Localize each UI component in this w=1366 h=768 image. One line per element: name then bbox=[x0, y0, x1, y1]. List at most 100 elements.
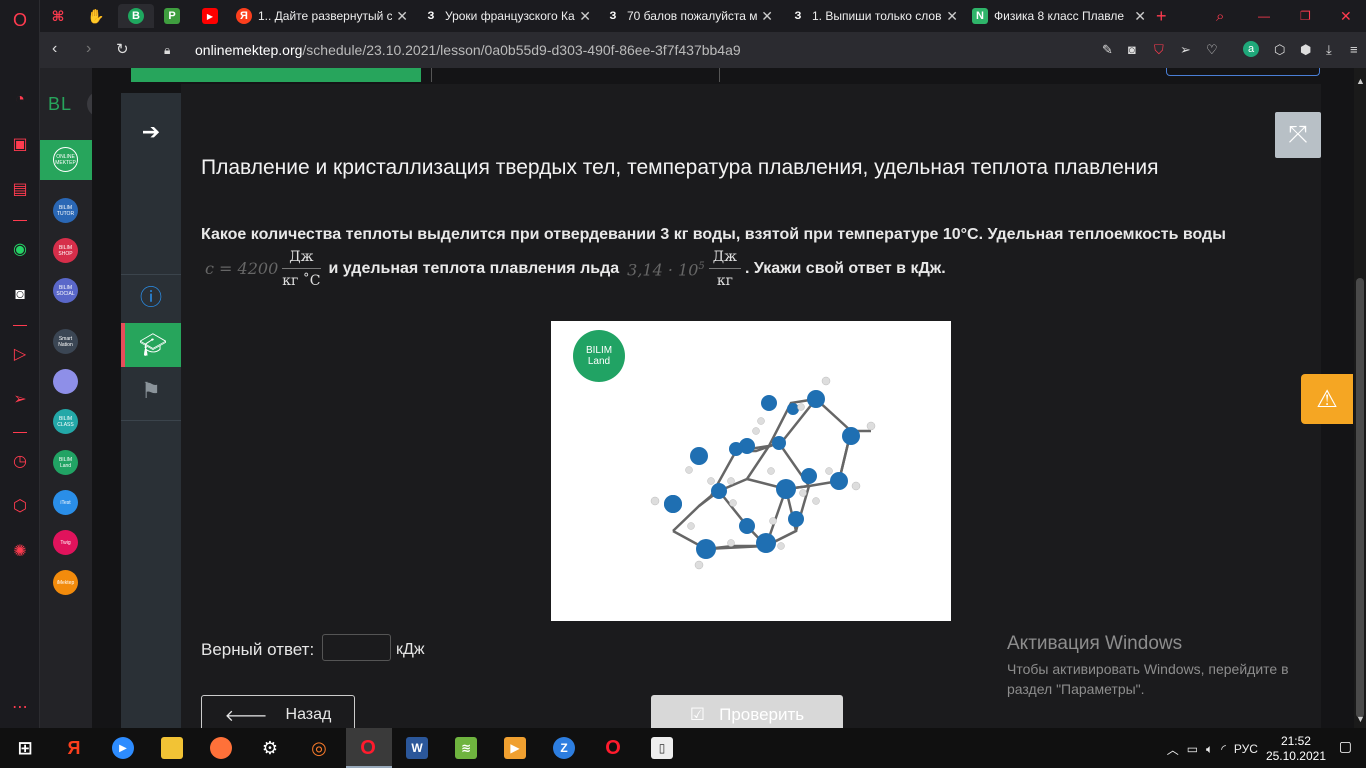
language-indicator[interactable]: РУС bbox=[1234, 742, 1258, 756]
naurok-icon: N bbox=[972, 8, 988, 24]
app-imektep[interactable]: iMektep bbox=[53, 570, 78, 595]
zoom-icon[interactable]: ▶ bbox=[112, 737, 134, 759]
close-icon[interactable]: ✕ bbox=[761, 8, 773, 25]
tab-title: Физика 8 класс Плавле bbox=[994, 9, 1125, 23]
discord-icon[interactable]: ◙ bbox=[10, 285, 30, 305]
tab-6[interactable]: З Уроки французского Ка ✕ bbox=[423, 4, 591, 28]
url-field[interactable]: onlinemektep.org/schedule/23.10.2021/les… bbox=[195, 42, 741, 58]
restore-icon[interactable]: ❐ bbox=[1300, 4, 1316, 28]
forward-nav-icon[interactable]: › bbox=[86, 40, 91, 58]
url-host: onlinemektep.org bbox=[195, 42, 303, 58]
app-bilim-class[interactable]: BILIM CLASS bbox=[53, 409, 78, 434]
scrollbar-thumb[interactable] bbox=[1356, 278, 1364, 718]
hand-icon: ✋ bbox=[88, 7, 105, 24]
app-smart-nation[interactable]: Smart Nation bbox=[53, 329, 78, 354]
flag-icon[interactable]: ⚑ bbox=[121, 369, 181, 413]
tab-7[interactable]: З 70 балов пожалуйста м ✕ bbox=[605, 4, 773, 28]
document-icon[interactable]: ▯ bbox=[651, 737, 673, 759]
tab-3[interactable]: P bbox=[164, 4, 184, 28]
checkbox-icon: ☑ bbox=[689, 705, 706, 724]
tab-5[interactable]: Я 1.. Дайте развернутый с ✕ bbox=[236, 4, 408, 28]
edit-icon[interactable]: ✎ bbox=[1102, 42, 1113, 58]
app-online-mektep[interactable]: ONLINE MEKTEP bbox=[53, 147, 78, 172]
window-close-icon[interactable]: ✕ bbox=[1340, 4, 1356, 28]
extension-a-icon[interactable]: a bbox=[1243, 41, 1259, 57]
info-icon[interactable]: ⓘ bbox=[121, 274, 181, 318]
bilim-apps-sidebar: BL › ONLINE MEKTEP BILIM TUTOR BILIM SHO… bbox=[40, 68, 113, 728]
tab-4[interactable]: ▶ bbox=[202, 4, 222, 28]
settings-gear-icon[interactable]: ⚙ bbox=[259, 737, 281, 759]
windows-start-icon[interactable]: ⊞ bbox=[14, 737, 36, 759]
camera-icon[interactable]: ◙ bbox=[1128, 42, 1136, 57]
scroll-down-icon[interactable]: ▼ bbox=[1356, 714, 1365, 724]
cube-icon[interactable]: ⬡ bbox=[1274, 42, 1285, 58]
lock-icon: 🔒︎ bbox=[164, 43, 171, 57]
notifications-icon[interactable]: ▢ bbox=[1339, 738, 1352, 755]
app-bilim-land[interactable]: BILIM Land bbox=[53, 450, 78, 475]
tab-8[interactable]: З 1. Выпиши только слов ✕ bbox=[790, 4, 958, 28]
share-icon[interactable]: ➢ bbox=[1180, 42, 1191, 58]
player-icon[interactable]: ▷ bbox=[10, 345, 30, 365]
page-scrollbar[interactable]: ▲ ▼ bbox=[1354, 68, 1366, 728]
app-bilim-shop[interactable]: BILIM SHOP bbox=[53, 238, 78, 263]
speed-dial-icon[interactable]: ◔ bbox=[10, 90, 30, 110]
network-icon[interactable]: ◜ bbox=[1221, 742, 1226, 756]
send-icon[interactable]: ➢ bbox=[10, 390, 30, 410]
file-explorer-icon[interactable] bbox=[161, 737, 183, 759]
minimize-icon[interactable]: — bbox=[1258, 4, 1274, 28]
header-button[interactable] bbox=[1166, 68, 1320, 76]
extensions-icon[interactable]: ⬡ bbox=[10, 497, 30, 517]
tab-1[interactable]: ✋ bbox=[88, 4, 108, 28]
download-icon[interactable]: ⤓ bbox=[1326, 42, 1332, 58]
close-icon[interactable]: ✕ bbox=[579, 8, 591, 25]
package-icon[interactable]: ⬢ bbox=[1300, 42, 1311, 58]
scroll-up-icon[interactable]: ▲ bbox=[1356, 76, 1365, 86]
search-icon[interactable]: ⌕ bbox=[1216, 4, 1234, 28]
menu-icon[interactable]: ≡ bbox=[1350, 42, 1358, 57]
tab-title: 1.. Дайте развернутый с bbox=[258, 9, 393, 23]
twitch-icon[interactable]: ▤ bbox=[10, 180, 30, 200]
app-calendar[interactable] bbox=[53, 369, 78, 394]
lesson-tab-button[interactable]: 🎓︎ bbox=[121, 323, 181, 367]
volume-icon[interactable]: 🔈︎ bbox=[1206, 742, 1213, 757]
app-twig[interactable]: Twig bbox=[53, 530, 78, 555]
media-player-icon[interactable]: ▶ bbox=[504, 737, 526, 759]
app-bilim-social[interactable]: BILIM SOCIAL bbox=[53, 278, 78, 303]
report-problem-button[interactable]: ⚠ bbox=[1301, 374, 1353, 424]
opera-taskbar-icon[interactable]: O bbox=[357, 737, 379, 759]
shopping-bag-icon[interactable]: ▣ bbox=[10, 135, 30, 155]
new-tab-button[interactable]: + bbox=[1156, 4, 1172, 28]
next-arrow-button[interactable]: ➔ bbox=[121, 110, 181, 154]
close-icon[interactable]: ✕ bbox=[396, 8, 408, 25]
tab-0[interactable]: ⌘ bbox=[50, 4, 70, 28]
chevron-up-icon[interactable]: ︿ bbox=[1167, 741, 1179, 758]
clock[interactable]: 21:52 25.10.2021 bbox=[1266, 734, 1326, 764]
heart-icon[interactable]: ♡ bbox=[1206, 42, 1218, 58]
close-icon[interactable]: ✕ bbox=[1134, 8, 1146, 25]
more-icon[interactable]: ⋯ bbox=[10, 698, 30, 718]
app-z-icon[interactable]: Z bbox=[553, 737, 575, 759]
reload-icon[interactable]: ↻ bbox=[116, 40, 129, 58]
shield-icon[interactable]: ⛉ bbox=[1154, 42, 1164, 58]
opera-gx-icon[interactable]: O bbox=[602, 737, 624, 759]
fullscreen-button[interactable]: ⤧ bbox=[1275, 112, 1321, 158]
firefox-icon[interactable] bbox=[210, 737, 232, 759]
word-icon[interactable]: W bbox=[406, 737, 428, 759]
bluestacks-icon[interactable]: ≋ bbox=[455, 737, 477, 759]
whatsapp-icon[interactable]: ◉ bbox=[10, 240, 30, 260]
yandex-icon: Я bbox=[236, 8, 252, 24]
app-bilim-tutor[interactable]: BILIM TUTOR bbox=[53, 198, 78, 223]
settings-icon[interactable]: ✺ bbox=[10, 542, 30, 562]
yandex-browser-icon[interactable]: Я bbox=[63, 737, 85, 759]
app-itest[interactable]: iTest bbox=[53, 490, 78, 515]
blender-icon[interactable]: ◎ bbox=[308, 737, 330, 759]
tab-9[interactable]: N Физика 8 класс Плавле ✕ bbox=[972, 4, 1146, 28]
history-icon[interactable]: ◷ bbox=[10, 452, 30, 472]
close-icon[interactable]: ✕ bbox=[946, 8, 958, 25]
answer-input[interactable] bbox=[322, 634, 391, 661]
opera-logo-icon[interactable]: O bbox=[10, 10, 30, 30]
formula-lambda: 3,14 · 105 bbox=[627, 260, 705, 280]
tab-2[interactable]: B bbox=[118, 4, 154, 28]
back-nav-icon[interactable]: ‹ bbox=[52, 40, 57, 58]
battery-icon[interactable]: ▭ bbox=[1187, 742, 1198, 756]
